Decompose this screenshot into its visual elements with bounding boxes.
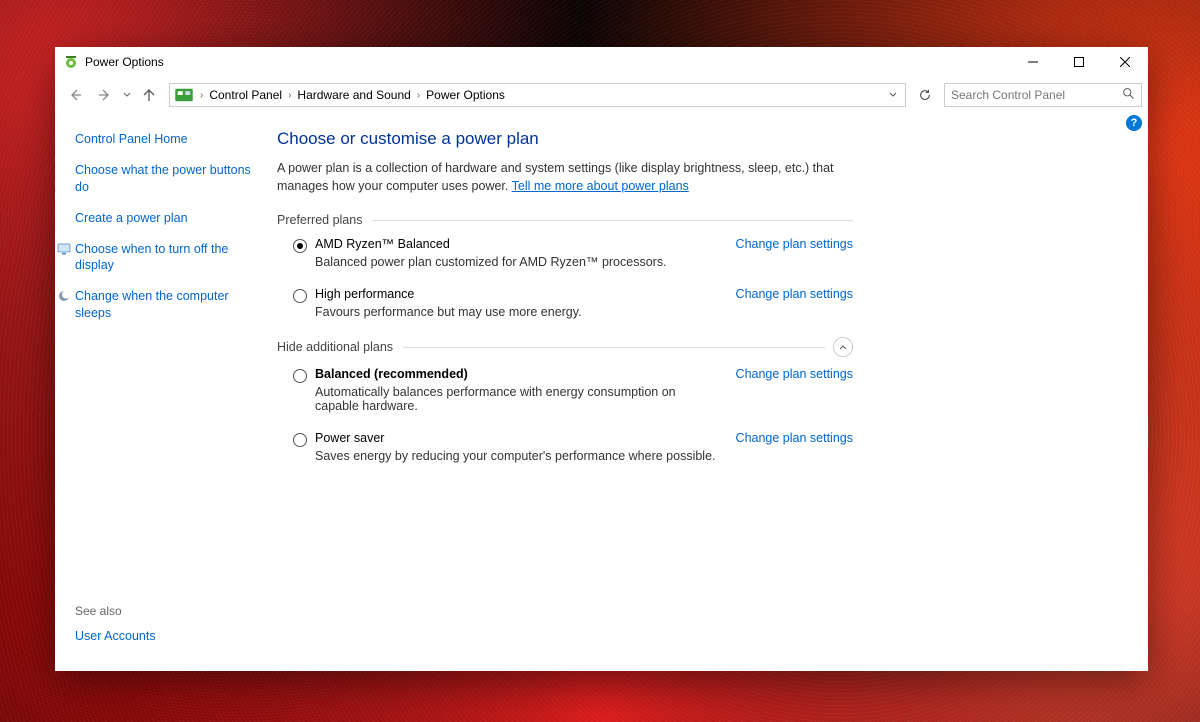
close-button[interactable] <box>1102 47 1148 77</box>
tell-me-more-link[interactable]: Tell me more about power plans <box>512 179 689 193</box>
power-options-window: Power Options › Control P <box>55 47 1148 671</box>
chevron-right-icon[interactable]: › <box>413 90 424 101</box>
chevron-right-icon[interactable]: › <box>284 90 295 101</box>
breadcrumb-power-options[interactable]: Power Options <box>424 86 507 104</box>
up-button[interactable] <box>135 81 163 109</box>
plan-radio[interactable] <box>293 369 307 383</box>
section-label: Preferred plans <box>277 213 362 227</box>
address-bar[interactable]: › Control Panel › Hardware and Sound › P… <box>169 83 906 107</box>
page-description: A power plan is a collection of hardware… <box>277 159 837 195</box>
sidebar-computer-sleeps[interactable]: Change when the computer sleeps <box>75 288 253 322</box>
plan-radio[interactable] <box>293 433 307 447</box>
window-title: Power Options <box>85 55 164 69</box>
plan-radio[interactable] <box>293 239 307 253</box>
section-label: Hide additional plans <box>277 340 393 354</box>
breadcrumb-control-panel[interactable]: Control Panel <box>207 86 284 104</box>
display-icon <box>57 242 71 256</box>
plan-description: Automatically balances performance with … <box>315 385 716 413</box>
plan-name[interactable]: High performance <box>315 287 716 301</box>
plan-radio[interactable] <box>293 289 307 303</box>
plan-balanced: Balanced (recommended) Automatically bal… <box>293 367 853 413</box>
address-dropdown-button[interactable] <box>883 88 903 102</box>
refresh-button[interactable] <box>912 83 938 107</box>
plan-description: Favours performance but may use more ene… <box>315 305 716 319</box>
control-panel-icon <box>174 85 194 105</box>
main-panel: Choose or customise a power plan A power… <box>265 113 1148 671</box>
sidebar-turn-off-display[interactable]: Choose when to turn off the display <box>75 241 253 275</box>
sidebar-item-label: Choose when to turn off the display <box>75 242 228 273</box>
search-box[interactable] <box>944 83 1142 107</box>
sidebar-user-accounts[interactable]: User Accounts <box>75 628 253 645</box>
sidebar: Control Panel Home Choose what the power… <box>55 113 265 671</box>
recent-locations-button[interactable] <box>121 91 133 99</box>
preferred-plans-header: Preferred plans <box>277 213 853 227</box>
forward-button[interactable] <box>91 81 119 109</box>
plan-name[interactable]: Power saver <box>315 431 716 445</box>
preferred-plans-section: Preferred plans AMD Ryzen™ Balanced Bala… <box>277 213 853 463</box>
plan-name[interactable]: Balanced (recommended) <box>315 367 716 381</box>
navbar: › Control Panel › Hardware and Sound › P… <box>55 77 1148 113</box>
sidebar-control-panel-home[interactable]: Control Panel Home <box>75 131 253 148</box>
sidebar-create-plan[interactable]: Create a power plan <box>75 210 253 227</box>
plan-high-performance: High performance Favours performance but… <box>293 287 853 319</box>
titlebar: Power Options <box>55 47 1148 77</box>
content-area: ? Control Panel Home Choose what the pow… <box>55 113 1148 671</box>
maximize-button[interactable] <box>1056 47 1102 77</box>
change-plan-settings-link[interactable]: Change plan settings <box>736 431 853 463</box>
plan-power-saver: Power saver Saves energy by reducing you… <box>293 431 853 463</box>
sidebar-power-buttons[interactable]: Choose what the power buttons do <box>75 162 253 196</box>
change-plan-settings-link[interactable]: Change plan settings <box>736 237 853 269</box>
sidebar-item-label: Change when the computer sleeps <box>75 289 229 320</box>
search-input[interactable] <box>951 88 1122 102</box>
help-button[interactable]: ? <box>1126 115 1142 131</box>
breadcrumb-hardware-sound[interactable]: Hardware and Sound <box>295 86 412 104</box>
plan-description: Balanced power plan customized for AMD R… <box>315 255 716 269</box>
chevron-right-icon[interactable]: › <box>196 90 207 101</box>
minimize-button[interactable] <box>1010 47 1056 77</box>
additional-plans-header[interactable]: Hide additional plans <box>277 337 853 357</box>
page-heading: Choose or customise a power plan <box>277 129 1108 149</box>
back-button[interactable] <box>61 81 89 109</box>
power-options-icon <box>63 54 79 70</box>
moon-icon <box>57 289 71 303</box>
chevron-up-icon[interactable] <box>833 337 853 357</box>
plan-description: Saves energy by reducing your computer's… <box>315 449 716 463</box>
see-also-label: See also <box>75 604 253 618</box>
plan-name[interactable]: AMD Ryzen™ Balanced <box>315 237 716 251</box>
change-plan-settings-link[interactable]: Change plan settings <box>736 287 853 319</box>
change-plan-settings-link[interactable]: Change plan settings <box>736 367 853 413</box>
search-icon[interactable] <box>1122 87 1135 103</box>
plan-amd-ryzen-balanced: AMD Ryzen™ Balanced Balanced power plan … <box>293 237 853 269</box>
